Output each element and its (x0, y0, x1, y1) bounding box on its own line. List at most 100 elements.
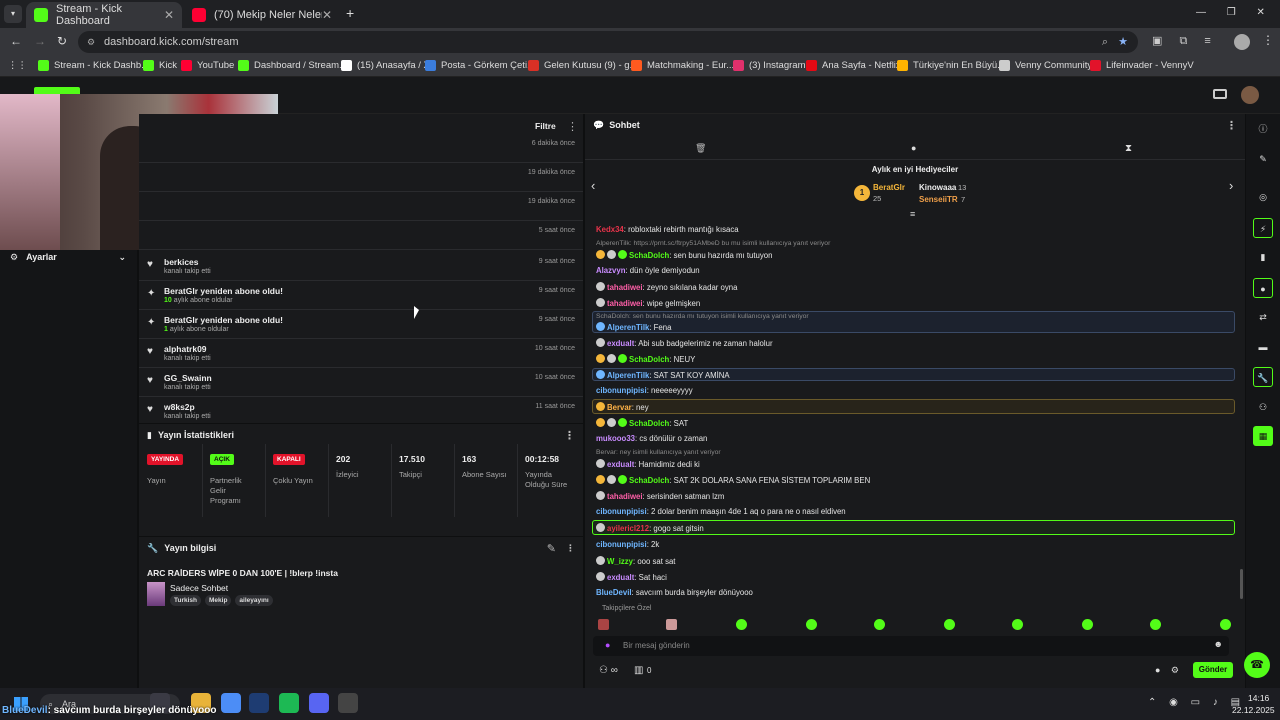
feed-menu-icon[interactable]: ⋮ (567, 120, 578, 133)
new-tab-button[interactable]: + (346, 5, 354, 21)
chat-settings-icons[interactable]: ● ⚙ (1155, 665, 1179, 676)
rail-tool-icon[interactable]: ● (1253, 278, 1273, 298)
trash-icon[interactable]: 🗑 (695, 143, 706, 154)
reload-icon[interactable]: ↻ (57, 34, 67, 48)
tab-list-button[interactable]: ▾ (4, 5, 22, 23)
emote-icon[interactable] (1082, 619, 1093, 630)
emote-icon[interactable] (806, 619, 817, 630)
tab-kick-dashboard[interactable]: Stream - Kick Dashboard ✕ (26, 2, 182, 28)
chat-input[interactable]: ● Bir mesaj gönderin ☻ (593, 636, 1229, 656)
tag-pill[interactable]: aileyayını (235, 595, 273, 606)
chat-username[interactable]: BlueDevil (596, 588, 632, 597)
taskbar-app-icon[interactable] (338, 693, 358, 713)
zoom-icon[interactable]: ⌕ (1102, 31, 1108, 53)
bookmark-star-icon[interactable]: ★ (1118, 31, 1128, 53)
bookmark-item[interactable]: Gelen Kutusu (9) - g... (528, 60, 637, 71)
bookmark-item[interactable]: Kick (143, 60, 177, 71)
chat-username[interactable]: cibonunpipisi (596, 386, 647, 395)
close-icon[interactable]: ✕ (322, 8, 332, 22)
send-button[interactable]: Gönder (1193, 662, 1233, 678)
chat-username[interactable]: exdualt (607, 339, 634, 348)
bookmark-item[interactable]: Lifeinvader - VennyV (1090, 60, 1194, 71)
gifter-top-name[interactable]: BeratGlr (873, 183, 905, 192)
rail-tool-icon[interactable]: 🔧 (1253, 367, 1273, 387)
chat-username[interactable]: tahadiwei (607, 299, 643, 308)
chat-username[interactable]: W_izzy (607, 557, 633, 566)
gifter-3-name[interactable]: SenseiiTR (919, 195, 958, 204)
extension-icons[interactable]: ▣ ⧉ ≡ (1152, 34, 1211, 48)
clock-time[interactable]: 14:16 (1248, 693, 1269, 703)
tag-pill[interactable]: Mekip (205, 595, 232, 606)
prev-arrow-icon[interactable]: ‹ (591, 178, 595, 193)
hourglass-icon[interactable]: ⧗ (1125, 143, 1132, 154)
emote-icon[interactable] (666, 619, 677, 630)
forward-icon[interactable]: → (34, 34, 46, 48)
next-arrow-icon[interactable]: › (1229, 178, 1233, 193)
rail-tool-icon[interactable]: ⇄ (1253, 307, 1273, 327)
mic-icon[interactable]: ● (605, 640, 610, 650)
taskbar-app-icon[interactable] (249, 693, 269, 713)
rail-tool-icon[interactable]: ⚇ (1253, 397, 1273, 417)
info-menu-icon[interactable]: ⋮ (566, 543, 575, 554)
rail-tool-icon[interactable]: ▬ (1253, 337, 1273, 357)
chat-username[interactable]: SchaDolch (629, 355, 669, 364)
chat-username[interactable]: AlperenTilk (607, 371, 649, 380)
taskbar-app-icon[interactable] (221, 693, 241, 713)
chat-mode-icon[interactable]: ● (911, 143, 916, 153)
chat-username[interactable]: exdualt (607, 573, 634, 582)
bookmark-item[interactable]: Ana Sayfa - Netflix (806, 60, 901, 71)
bookmark-item[interactable]: (15) Anasayfa / X (341, 60, 430, 71)
bookmark-item[interactable]: Stream - Kick Dashb... (38, 60, 149, 71)
category-name[interactable]: Sadece Sohbet (170, 583, 228, 593)
menu-icon[interactable]: ⋮ (1262, 33, 1274, 47)
rail-tool-icon[interactable]: ▦ (1253, 426, 1273, 446)
chat-username[interactable]: cibonunpipisi (596, 507, 647, 516)
bookmark-item[interactable]: Venny Community (999, 60, 1092, 71)
layout-icon[interactable] (1213, 89, 1227, 99)
chat-username[interactable]: ayilericl212 (607, 524, 649, 533)
emote-icon[interactable] (598, 619, 609, 630)
user-avatar[interactable] (1241, 86, 1259, 104)
profile-avatar[interactable] (1234, 34, 1250, 50)
emote-icon[interactable] (736, 619, 747, 630)
tab-youtube[interactable]: (70) Mekip Neler Neler 29.bölüı ✕ (184, 2, 340, 28)
bookmark-item[interactable]: Matchmaking - Eur... (631, 60, 734, 71)
emote-icon[interactable] (1012, 619, 1023, 630)
emote-icon[interactable] (944, 619, 955, 630)
chat-username[interactable]: cibonunpipisi (596, 540, 647, 549)
chat-menu-icon[interactable]: ⋮ (1226, 119, 1237, 132)
stats-menu-icon[interactable]: ⋮ (564, 429, 575, 442)
tray-icons[interactable]: ⌃ ◉ ▭ ♪ ▤ (1148, 697, 1240, 708)
taskbar-app-icon[interactable] (279, 693, 299, 713)
taskbar-app-icon[interactable] (309, 693, 329, 713)
chat-username[interactable]: SchaDolch (629, 476, 669, 485)
url-field[interactable]: ⚙ dashboard.kick.com/stream ⌕ ★ (78, 31, 1138, 53)
apps-grid-icon[interactable]: ⋮⋮ (8, 60, 27, 71)
chat-username[interactable]: Alazvyn (596, 266, 625, 275)
rail-tool-icon[interactable]: ⚡ (1253, 218, 1273, 238)
chat-username[interactable]: SchaDolch (629, 419, 669, 428)
gift-icon[interactable]: ▥ (634, 665, 643, 676)
emoji-icon[interactable]: ☻ (1214, 639, 1223, 649)
emote-icon[interactable] (874, 619, 885, 630)
help-chat-button[interactable]: ☎ (1244, 652, 1270, 678)
sidebar-item-settings[interactable]: ⚙ Ayarlar ⌄ (10, 252, 132, 266)
chat-username[interactable]: mukooo33 (596, 434, 635, 443)
tag-pill[interactable]: Turkish (170, 595, 201, 606)
chat-scrollbar[interactable] (1240, 569, 1243, 599)
bookmark-item[interactable]: Posta - Görkem Çeti... (425, 60, 535, 71)
chat-username[interactable]: Kedx34 (596, 225, 624, 234)
chat-username[interactable]: tahadiwei (607, 283, 643, 292)
bookmark-item[interactable]: (3) Instagram (733, 60, 806, 71)
clock-date[interactable]: 22.12.2025 (1232, 705, 1275, 715)
rail-tool-icon[interactable]: ⓘ (1253, 119, 1273, 139)
close-icon[interactable]: ✕ (164, 8, 174, 22)
chat-username[interactable]: exdualt (607, 460, 634, 469)
rail-tool-icon[interactable]: ▮ (1253, 247, 1273, 267)
window-controls[interactable]: — ❐ ✕ (1196, 7, 1265, 18)
site-info-icon[interactable]: ⚙ (87, 31, 95, 53)
filter-button[interactable]: Filtre (535, 121, 556, 131)
rail-tool-icon[interactable]: ◎ (1253, 187, 1273, 207)
gifter-2-name[interactable]: Kinowaaa (919, 183, 956, 192)
chat-username[interactable]: tahadiwei (607, 492, 643, 501)
